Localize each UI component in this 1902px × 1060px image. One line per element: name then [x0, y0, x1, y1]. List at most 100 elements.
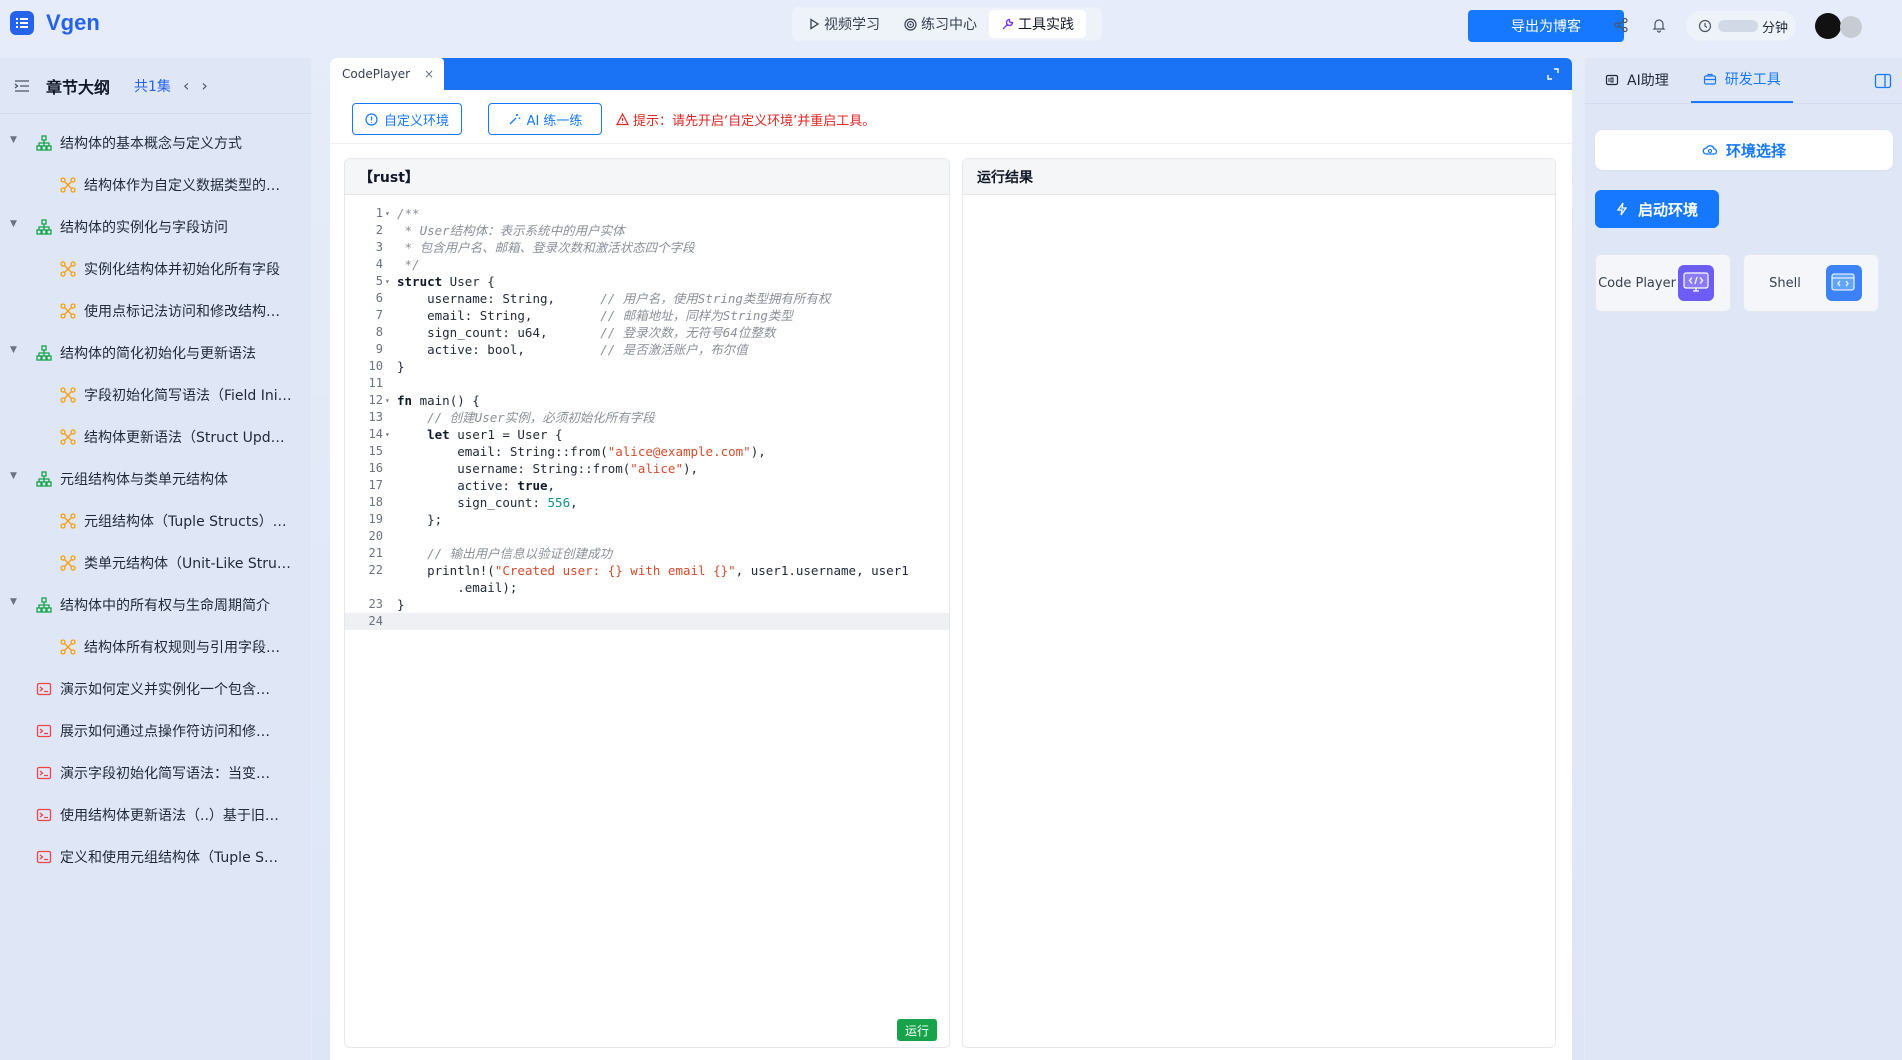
- run-button[interactable]: 运行: [897, 1019, 937, 1041]
- result-pane: 运行结果: [962, 158, 1556, 1048]
- sidebar-item[interactable]: 演示字段初始化简写语法：当变量...: [0, 752, 311, 794]
- code-text: println!("Created user: {} with email {}…: [397, 563, 909, 578]
- tab-video-learning[interactable]: 视频学习: [796, 10, 892, 38]
- code-text: * User结构体：表示系统中的用户实体: [397, 223, 625, 238]
- sidebar-item[interactable]: 结构体所有权规则与引用字段限...: [0, 626, 311, 668]
- export-blog-button[interactable]: 导出为博客: [1468, 10, 1624, 42]
- sidebar-item[interactable]: 实例化结构体并初始化所有字段: [0, 248, 311, 290]
- code-line[interactable]: 20: [345, 528, 949, 545]
- code-line[interactable]: 22 println!("Created user: {} with email…: [345, 562, 949, 579]
- code-editor[interactable]: 1 ▾/** 2 * User结构体：表示系统中的用户实体 3 * 包含用户名、邮箱、…: [345, 205, 949, 630]
- caret-down-icon[interactable]: ▼: [10, 597, 17, 607]
- custom-env-button[interactable]: 自定义环境: [352, 103, 462, 135]
- node-cluster-icon: [60, 513, 76, 529]
- fold-caret-icon[interactable]: ▾: [385, 426, 390, 443]
- fold-caret-icon[interactable]: ▾: [385, 273, 390, 290]
- code-pane-title: 【rust】: [345, 159, 949, 195]
- chevron-left-icon[interactable]: ‹: [183, 76, 189, 95]
- ai-chip-icon: [1605, 73, 1619, 87]
- line-number: 1: [375, 206, 383, 220]
- sidebar-item[interactable]: ▼ 元组结构体与类单元结构体: [0, 458, 311, 500]
- code-line[interactable]: .email);: [345, 579, 949, 596]
- code-line[interactable]: 9 active: bool, // 是否激活账户，布尔值: [345, 341, 949, 358]
- share-icon[interactable]: [1612, 16, 1630, 34]
- sidebar-item[interactable]: 演示如何定义并实例化一个包含基...: [0, 668, 311, 710]
- sidebar-item-label: 结构体中的所有权与生命周期简介: [60, 598, 270, 614]
- code-line[interactable]: 14 ▾ let user1 = User {: [345, 426, 949, 443]
- code-line[interactable]: 12 ▾ fn main() {: [345, 392, 949, 409]
- code-line[interactable]: 7 email: String, // 邮箱地址，同样为String类型: [345, 307, 949, 324]
- code-line[interactable]: 11: [345, 375, 949, 392]
- terminal-icon: [36, 681, 52, 697]
- sidebar-item[interactable]: 结构体更新语法（Struct Update...: [0, 416, 311, 458]
- sidebar-item[interactable]: ▼ 结构体的基本概念与定义方式: [0, 122, 311, 164]
- sidebar-item[interactable]: ▼ 结构体中的所有权与生命周期简介: [0, 584, 311, 626]
- editor-toolbar: 自定义环境 AI 练一练 提示：请先开启‘自定义环境’并重启工具。: [330, 90, 1572, 144]
- fold-caret-icon[interactable]: ▾: [385, 205, 390, 222]
- avatar[interactable]: [1815, 13, 1841, 39]
- code-line[interactable]: 2 * User结构体：表示系统中的用户实体: [345, 222, 949, 239]
- code-line[interactable]: 4 */: [345, 256, 949, 273]
- code-line[interactable]: 18 sign_count: 556,: [345, 494, 949, 511]
- sidebar-item[interactable]: 字段初始化简写语法（Field Init ...: [0, 374, 311, 416]
- episode-count[interactable]: 共1集: [134, 76, 171, 96]
- bell-icon[interactable]: [1650, 16, 1668, 34]
- code-pane: 【rust】 1 ▾/** 2 * User结构体：表示系统中的用户实体 3 * 包含…: [344, 158, 950, 1048]
- code-line[interactable]: 19 };: [345, 511, 949, 528]
- caret-down-icon[interactable]: ▼: [10, 219, 17, 229]
- code-line[interactable]: 8 sign_count: u64, // 登录次数，无符号64位整数: [345, 324, 949, 341]
- tab-label: 工具实践: [1018, 17, 1074, 33]
- caret-down-icon[interactable]: ▼: [10, 135, 17, 145]
- sidebar-item-label: 结构体的基本概念与定义方式: [60, 136, 242, 152]
- caret-down-icon[interactable]: ▼: [10, 345, 17, 355]
- sidebar-item[interactable]: 结构体作为自定义数据类型的用...: [0, 164, 311, 206]
- tab-practice-center[interactable]: 练习中心: [892, 10, 989, 38]
- avatar-secondary[interactable]: [1840, 16, 1862, 38]
- fullscreen-icon[interactable]: [1546, 67, 1560, 81]
- sidebar-toggle-icon[interactable]: [1874, 72, 1892, 90]
- sidebar-item[interactable]: 类单元结构体（Unit-Like Struct...: [0, 542, 311, 584]
- code-line[interactable]: 1 ▾ /**: [345, 205, 949, 222]
- sidebar-item[interactable]: 使用结构体更新语法（..）基于旧实...: [0, 794, 311, 836]
- tab-tool-practice[interactable]: 工具实践: [989, 10, 1086, 38]
- tab-label: AI助理: [1627, 73, 1669, 89]
- code-line[interactable]: 13 // 创建User实例，必须初始化所有字段: [345, 409, 949, 426]
- sidebar-item[interactable]: 元组结构体（Tuple Structs）的...: [0, 500, 311, 542]
- code-player-panel: CodePlayer × 自定义环境 AI 练一练 提示：请先开启‘自定义环境’…: [330, 58, 1572, 1060]
- fold-caret-icon[interactable]: ▾: [385, 392, 390, 409]
- env-select-button[interactable]: 环境选择: [1595, 130, 1893, 170]
- code-line[interactable]: 24: [345, 613, 949, 630]
- sidebar-item[interactable]: 使用点标记法访问和修改结构体...: [0, 290, 311, 332]
- code-line[interactable]: 10}: [345, 358, 949, 375]
- chevron-right-icon[interactable]: ›: [201, 76, 207, 95]
- tool-card-shell[interactable]: Shell: [1743, 254, 1879, 312]
- sidebar-item-label: 结构体的实例化与字段访问: [60, 220, 228, 236]
- code-line[interactable]: 6 username: String, // 用户名，使用String类型拥有所…: [345, 290, 949, 307]
- outline-menu-icon[interactable]: [14, 79, 30, 93]
- code-line[interactable]: 5 ▾ struct User {: [345, 273, 949, 290]
- code-line[interactable]: 15 email: String::from("alice@example.co…: [345, 443, 949, 460]
- tab-codeplayer[interactable]: CodePlayer ×: [330, 58, 444, 90]
- tab-dev-tools[interactable]: 研发工具: [1690, 57, 1793, 103]
- tab-label: 练习中心: [921, 17, 977, 33]
- sidebar-item-label: 展示如何通过点操作符访问和修改...: [60, 724, 280, 740]
- tool-card-code-player[interactable]: Code Player: [1595, 254, 1731, 312]
- sidebar-item[interactable]: ▼ 结构体的实例化与字段访问: [0, 206, 311, 248]
- tab-ai-assistant[interactable]: AI助理: [1593, 57, 1681, 103]
- start-env-button[interactable]: 启动环境: [1595, 190, 1719, 228]
- code-line[interactable]: 21 // 输出用户信息以验证创建成功: [345, 545, 949, 562]
- code-line[interactable]: 23}: [345, 596, 949, 613]
- sidebar-title: 章节大纲: [46, 77, 111, 97]
- code-text: struct User {: [397, 274, 495, 289]
- ai-practice-button[interactable]: AI 练一练: [488, 103, 602, 135]
- sidebar-item[interactable]: 定义和使用元组结构体（Tuple Stru...: [0, 836, 311, 878]
- sidebar-item[interactable]: 展示如何通过点操作符访问和修改...: [0, 710, 311, 752]
- code-line[interactable]: 17 active: true,: [345, 477, 949, 494]
- code-line[interactable]: 16 username: String::from("alice"),: [345, 460, 949, 477]
- brand[interactable]: Vgen: [10, 10, 100, 36]
- sidebar-item[interactable]: ▼ 结构体的简化初始化与更新语法: [0, 332, 311, 374]
- code-line[interactable]: 3 * 包含用户名、邮箱、登录次数和激活状态四个字段: [345, 239, 949, 256]
- caret-down-icon[interactable]: ▼: [10, 471, 17, 481]
- sidebar-item-label: 元组结构体（Tuple Structs）的...: [84, 514, 292, 530]
- close-icon[interactable]: ×: [424, 67, 434, 81]
